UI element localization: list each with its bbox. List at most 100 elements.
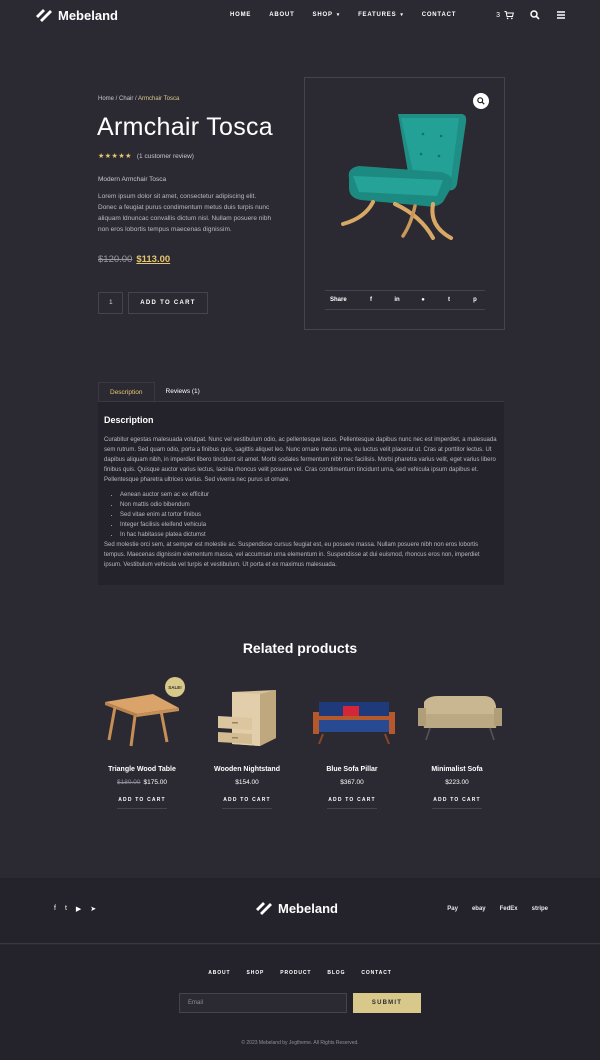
product-card-minimalist-sofa[interactable]: Minimalist Sofa $223.00 ADD TO CART: [412, 680, 502, 809]
description-paragraph: Curabitur egestas malesuada volutpat. Nu…: [104, 437, 497, 483]
product-price: $180.00 $175.00: [97, 779, 187, 786]
old-price: $120.00: [98, 254, 133, 265]
product-card-nightstand[interactable]: Wooden Nightstand $154.00 ADD TO CART: [202, 680, 292, 809]
footer-nav-about[interactable]: ABOUT: [208, 970, 230, 976]
email-field[interactable]: Email: [179, 993, 347, 1013]
breadcrumb-home[interactable]: Home: [98, 96, 114, 102]
breadcrumb-category[interactable]: Chair: [119, 96, 133, 102]
footer-nav-blog[interactable]: BLOG: [327, 970, 345, 976]
zoom-button[interactable]: [473, 93, 489, 109]
main-nav: HOME ABOUT SHOP ▾ FEATURES ▾ CONTACT: [230, 12, 456, 18]
brand-name: Mebeland: [58, 7, 118, 23]
nav-features-label: FEATURES: [358, 12, 397, 18]
share-label: Share: [330, 297, 347, 303]
add-to-cart-button[interactable]: ADD TO CART: [327, 797, 377, 809]
nav-features[interactable]: FEATURES ▾: [358, 12, 404, 18]
product-name[interactable]: Blue Sofa Pillar: [307, 766, 397, 773]
quantity-input[interactable]: 1: [98, 292, 123, 314]
menu-icon[interactable]: [556, 10, 566, 20]
list-item: Aenean auctor sem ac ex efficitur: [120, 490, 498, 500]
breadcrumb: Home / Chair / Armchair Tosca: [98, 96, 179, 102]
payment-label: Pay: [447, 906, 458, 912]
youtube-icon[interactable]: ▶: [76, 905, 81, 913]
facebook-icon[interactable]: f: [367, 296, 375, 304]
submit-button[interactable]: SUBMIT: [353, 993, 421, 1013]
star-rating-icon: ★★★★★: [98, 153, 132, 160]
twitter-icon[interactable]: t: [65, 905, 67, 913]
cart-icon: [504, 11, 514, 20]
logo-mark-icon: [36, 9, 52, 22]
tab-description[interactable]: Description: [98, 382, 155, 401]
description-paragraph: Sed molestie orci sem, at semper est mol…: [104, 542, 480, 568]
zoom-icon: [477, 97, 485, 105]
twitter-icon[interactable]: t: [445, 296, 453, 304]
add-to-cart-button[interactable]: ADD TO CART: [128, 292, 208, 314]
product-short-description: Lorem ipsum dolor sit amet, consectetur …: [98, 193, 272, 233]
review-count-link[interactable]: (1 customer review): [137, 153, 194, 160]
product-card-blue-sofa[interactable]: Blue Sofa Pillar $367.00 ADD TO CART: [307, 680, 397, 809]
price: $154.00: [235, 779, 259, 786]
price: $367.00: [340, 779, 364, 786]
footer-bottom: ABOUT SHOP PRODUCT BLOG CONTACT Email SU…: [0, 945, 600, 1060]
sale-badge: SALE!: [165, 677, 185, 697]
nav-about[interactable]: ABOUT: [269, 12, 294, 18]
product-name[interactable]: Minimalist Sofa: [412, 766, 502, 773]
facebook-icon[interactable]: f: [54, 905, 56, 913]
nav-shop-label: SHOP: [312, 12, 333, 18]
footer-logo[interactable]: Mebeland: [255, 900, 338, 916]
nav-home[interactable]: HOME: [230, 12, 251, 18]
search-icon[interactable]: [530, 10, 540, 20]
description-list: Aenean auctor sem ac ex efficitur Non ma…: [104, 490, 498, 540]
product-price: $120.00 $113.00: [98, 254, 170, 265]
product-subtitle: Modern Armchair Tosca: [98, 176, 167, 183]
product-image: [307, 680, 397, 760]
footer-nav-shop[interactable]: SHOP: [247, 970, 265, 976]
related-products-title: Related products: [242, 640, 358, 656]
minimalist-sofa-image: [418, 696, 502, 741]
telegram-icon[interactable]: ➤: [90, 905, 96, 913]
cart-button[interactable]: 3: [496, 10, 514, 20]
product-tabs: Description Reviews (1): [98, 382, 504, 402]
linkedin-icon[interactable]: in: [393, 296, 401, 304]
apple-pay-icon: Pay: [447, 906, 458, 912]
list-item: In hac habitasse platea dictumst: [120, 530, 498, 540]
sale-price: $113.00: [136, 254, 171, 265]
chevron-down-icon: ▾: [400, 12, 404, 18]
description-heading: Description: [104, 415, 154, 425]
add-to-cart-button[interactable]: ADD TO CART: [117, 797, 167, 809]
product-title: Armchair Tosca: [97, 113, 274, 141]
tab-reviews[interactable]: Reviews (1): [155, 382, 211, 401]
product-rating: ★★★★★ (1 customer review): [98, 152, 194, 161]
share-bar: Share f in ● t p: [325, 290, 485, 310]
nav-shop[interactable]: SHOP ▾: [313, 12, 341, 18]
social-links: f t ▶ ➤: [54, 905, 96, 913]
brand-logo[interactable]: Mebeland: [35, 7, 118, 23]
breadcrumb-current: Armchair Tosca: [138, 96, 180, 102]
armchair-image: [341, 114, 467, 240]
stripe-icon: stripe: [531, 906, 548, 912]
share-icons: f in ● t p: [367, 296, 479, 304]
copyright: © 2023 Mebeland by Jegtheme. All Rights …: [241, 1040, 359, 1046]
footer-top: f t ▶ ➤ Mebeland Pay ebay FedEx stripe: [0, 878, 600, 944]
old-price: $180.00: [117, 779, 141, 786]
product-price: $154.00: [202, 779, 292, 786]
chevron-down-icon: ▾: [336, 12, 341, 18]
product-card-triangle-table[interactable]: SALE! Triangle Wood Table $180.00 $175.00…: [97, 677, 187, 809]
pinterest-icon[interactable]: p: [471, 296, 479, 304]
product-image: [412, 680, 502, 760]
footer-brand-name: Mebeland: [278, 900, 338, 916]
nav-contact[interactable]: CONTACT: [422, 12, 456, 18]
reddit-icon[interactable]: ●: [419, 296, 427, 304]
footer-nav-contact[interactable]: CONTACT: [361, 970, 391, 976]
price: $175.00: [143, 779, 168, 786]
product-name[interactable]: Triangle Wood Table: [97, 766, 187, 773]
add-to-cart-button[interactable]: ADD TO CART: [432, 797, 482, 809]
product-image: SALE!: [97, 677, 187, 760]
cart-count: 3: [496, 11, 500, 19]
product-name[interactable]: Wooden Nightstand: [202, 766, 292, 773]
logo-mark-icon: [256, 902, 272, 915]
list-item: Sed vitae enim at tortor finibus: [120, 510, 498, 520]
footer-nav-product[interactable]: PRODUCT: [280, 970, 311, 976]
blue-sofa-image: [313, 702, 395, 745]
add-to-cart-button[interactable]: ADD TO CART: [222, 797, 272, 809]
